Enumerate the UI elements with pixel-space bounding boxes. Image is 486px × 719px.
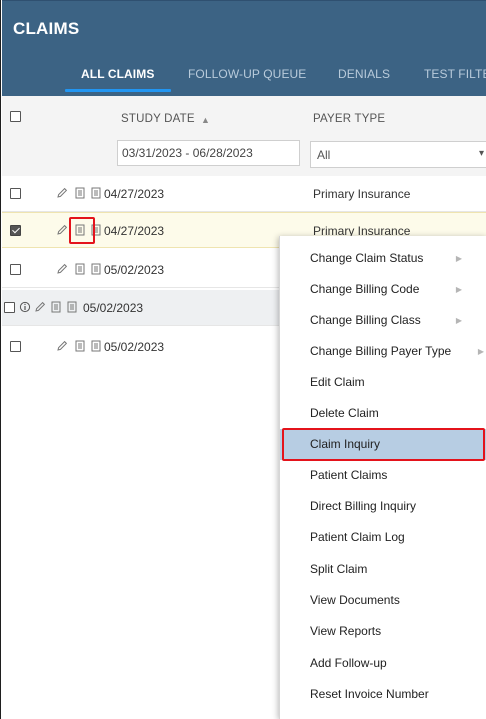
menu-item-delete-claim[interactable]: Delete Claim xyxy=(280,398,486,429)
payer-type-cell: Primary Insurance xyxy=(313,187,411,201)
menu-item-add-follow-up[interactable]: Add Follow-up xyxy=(280,648,486,679)
claim-context-menu: Change Claim Status ▶ Change Billing Cod… xyxy=(279,236,486,719)
chevron-right-icon: ▶ xyxy=(455,254,462,263)
claims-window: CLAIMS ALL CLAIMS FOLLOW-UP QUEUE DENIAL… xyxy=(0,0,486,719)
row-checkbox[interactable] xyxy=(10,225,21,236)
row-checkbox[interactable] xyxy=(10,264,21,275)
study-date-header[interactable]: STUDY DATE xyxy=(121,113,195,125)
claims-header: CLAIMS ALL CLAIMS FOLLOW-UP QUEUE DENIAL… xyxy=(2,0,486,96)
chevron-right-icon: ▶ xyxy=(455,316,462,325)
chevron-right-icon: ▶ xyxy=(477,347,484,356)
payer-type-filter-select[interactable]: All ▾ xyxy=(310,141,486,168)
row-checkbox[interactable] xyxy=(10,188,21,199)
callout-highlight xyxy=(69,217,95,244)
document-icon[interactable] xyxy=(50,300,62,314)
study-date-cell: 04/27/2023 xyxy=(104,187,165,201)
chevron-right-icon: ▶ xyxy=(455,285,462,294)
pencil-icon[interactable] xyxy=(56,223,68,237)
document-icon[interactable] xyxy=(66,300,78,314)
menu-item-change-billing-code[interactable]: Change Billing Code ▶ xyxy=(280,274,486,305)
payer-type-filter-value: All xyxy=(317,148,331,162)
study-date-cell: 05/02/2023 xyxy=(104,263,165,277)
tab-all-claims[interactable]: ALL CLAIMS xyxy=(81,67,154,81)
pencil-icon[interactable] xyxy=(56,339,68,353)
menu-item-view-reports[interactable]: View Reports xyxy=(280,616,486,647)
menu-item-change-billing-class[interactable]: Change Billing Class ▶ xyxy=(280,305,486,336)
info-icon[interactable] xyxy=(19,300,31,314)
menu-item-change-claim-status[interactable]: Change Claim Status ▶ xyxy=(280,243,486,274)
document-icon[interactable] xyxy=(90,339,102,353)
row-checkbox[interactable] xyxy=(10,341,21,352)
menu-item-edit-claim[interactable]: Edit Claim xyxy=(280,367,486,398)
sort-ascending-icon[interactable]: ▲ xyxy=(201,115,210,125)
menu-item-label: Change Billing Code xyxy=(310,282,420,296)
menu-item-label: Change Billing Class xyxy=(310,313,421,327)
callout-highlight xyxy=(282,428,485,461)
menu-item-label: Change Claim Status xyxy=(310,251,424,265)
document-icon[interactable] xyxy=(74,339,86,353)
menu-item-patient-claim-log[interactable]: Patient Claim Log xyxy=(280,522,486,553)
document-icon[interactable] xyxy=(74,186,86,200)
document-icon[interactable] xyxy=(90,262,102,276)
table-row[interactable]: 04/27/2023 Primary Insurance xyxy=(2,176,486,212)
document-icon[interactable] xyxy=(74,262,86,276)
study-date-cell: 05/02/2023 xyxy=(104,340,165,354)
menu-item-patient-claims[interactable]: Patient Claims xyxy=(280,460,486,491)
study-date-cell: 05/02/2023 xyxy=(83,301,144,315)
page-title: CLAIMS xyxy=(13,19,80,38)
chevron-down-icon: ▾ xyxy=(478,148,484,159)
study-date-filter-input[interactable] xyxy=(117,140,300,166)
tab-test-filter[interactable]: TEST FILTE xyxy=(424,67,486,81)
pencil-icon[interactable] xyxy=(56,186,68,200)
row-checkbox[interactable] xyxy=(4,302,15,313)
menu-item-split-claim[interactable]: Split Claim xyxy=(280,554,486,585)
tab-denials[interactable]: DENIALS xyxy=(338,67,390,81)
menu-item-direct-billing-inquiry[interactable]: Direct Billing Inquiry xyxy=(280,491,486,522)
tab-bar: ALL CLAIMS FOLLOW-UP QUEUE DENIALS TEST … xyxy=(2,61,486,97)
pencil-icon[interactable] xyxy=(56,262,68,276)
document-icon[interactable] xyxy=(90,186,102,200)
select-all-checkbox[interactable] xyxy=(10,111,21,122)
grid-column-header: STUDY DATE ▲ PAYER TYPE All ▾ xyxy=(2,96,486,180)
pencil-icon[interactable] xyxy=(34,300,46,314)
menu-item-change-billing-payer-type[interactable]: Change Billing Payer Type ▶ xyxy=(280,336,486,367)
menu-item-view-documents[interactable]: View Documents xyxy=(280,585,486,616)
menu-item-reset-invoice-number[interactable]: Reset Invoice Number xyxy=(280,679,486,710)
active-tab-indicator xyxy=(65,89,171,92)
tab-follow-up-queue[interactable]: FOLLOW-UP QUEUE xyxy=(188,67,306,81)
menu-item-label: Change Billing Payer Type xyxy=(310,344,452,358)
study-date-cell: 04/27/2023 xyxy=(104,224,165,238)
payer-type-header[interactable]: PAYER TYPE xyxy=(313,113,385,125)
